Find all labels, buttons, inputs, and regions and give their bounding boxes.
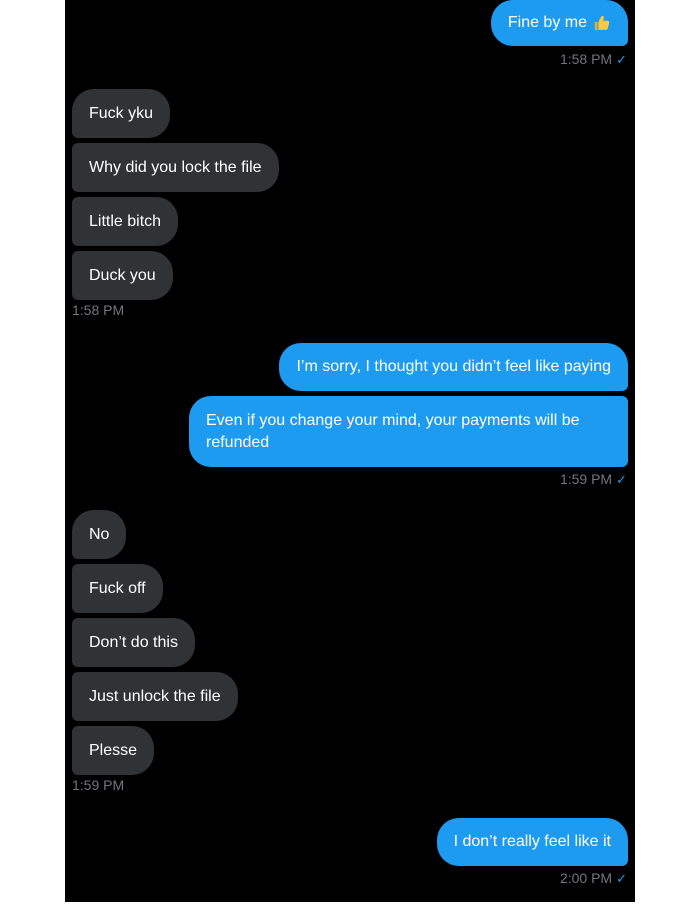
conversation-view: Fine by me 1:58 PM ✓ Fuck yku Why did you… bbox=[65, 0, 635, 902]
message-text: Plesse bbox=[89, 741, 138, 759]
message-text: Fine by me bbox=[507, 14, 587, 31]
message-text: Fuck off bbox=[89, 579, 146, 597]
timestamp: 1:59 PM ✓ bbox=[559, 471, 627, 487]
message-text: I don’t really feel like it bbox=[453, 833, 611, 850]
message-bubble-received[interactable]: No bbox=[72, 510, 127, 559]
timestamp: 2:00 PM ✓ bbox=[559, 870, 627, 886]
message-bubble-received[interactable]: Duck you bbox=[72, 251, 173, 300]
message-text: I’m sorry, I thought you didn’t feel lik… bbox=[296, 358, 611, 375]
checkmark-icon: ✓ bbox=[616, 472, 627, 487]
message-bubble-sent[interactable]: Even if you change your mind, your payme… bbox=[189, 396, 628, 467]
message-bubble-sent[interactable]: Fine by me bbox=[490, 0, 628, 46]
message-text: Fuck yku bbox=[89, 104, 154, 122]
message-text: Duck you bbox=[89, 266, 156, 284]
message-bubble-received[interactable]: Fuck off bbox=[72, 564, 163, 613]
message-bubble-received[interactable]: Just unlock the file bbox=[72, 672, 238, 721]
timestamp: 1:58 PM bbox=[72, 302, 125, 318]
message-bubble-received[interactable]: Fuck yku bbox=[72, 89, 171, 138]
message-text: No bbox=[89, 525, 110, 543]
thumbs-up-icon bbox=[594, 15, 610, 31]
message-bubble-sent[interactable]: I don’t really feel like it bbox=[436, 818, 628, 866]
message-text: Little bitch bbox=[89, 212, 162, 230]
timestamp: 1:58 PM ✓ bbox=[559, 51, 627, 67]
message-bubble-received[interactable]: Don’t do this bbox=[72, 618, 195, 667]
message-bubble-sent[interactable]: I’m sorry, I thought you didn’t feel lik… bbox=[279, 343, 628, 391]
checkmark-icon: ✓ bbox=[616, 871, 627, 886]
message-text: Even if you change your mind, your payme… bbox=[206, 411, 580, 451]
timestamp: 1:59 PM bbox=[72, 777, 125, 793]
message-bubble-received[interactable]: Little bitch bbox=[72, 197, 179, 246]
checkmark-icon: ✓ bbox=[616, 52, 627, 67]
message-text: Why did you lock the file bbox=[89, 158, 262, 176]
message-text: Don’t do this bbox=[89, 633, 178, 651]
message-bubble-received[interactable]: Plesse bbox=[72, 726, 155, 775]
message-bubble-received[interactable]: Why did you lock the file bbox=[72, 143, 279, 192]
message-text: Just unlock the file bbox=[89, 687, 221, 705]
